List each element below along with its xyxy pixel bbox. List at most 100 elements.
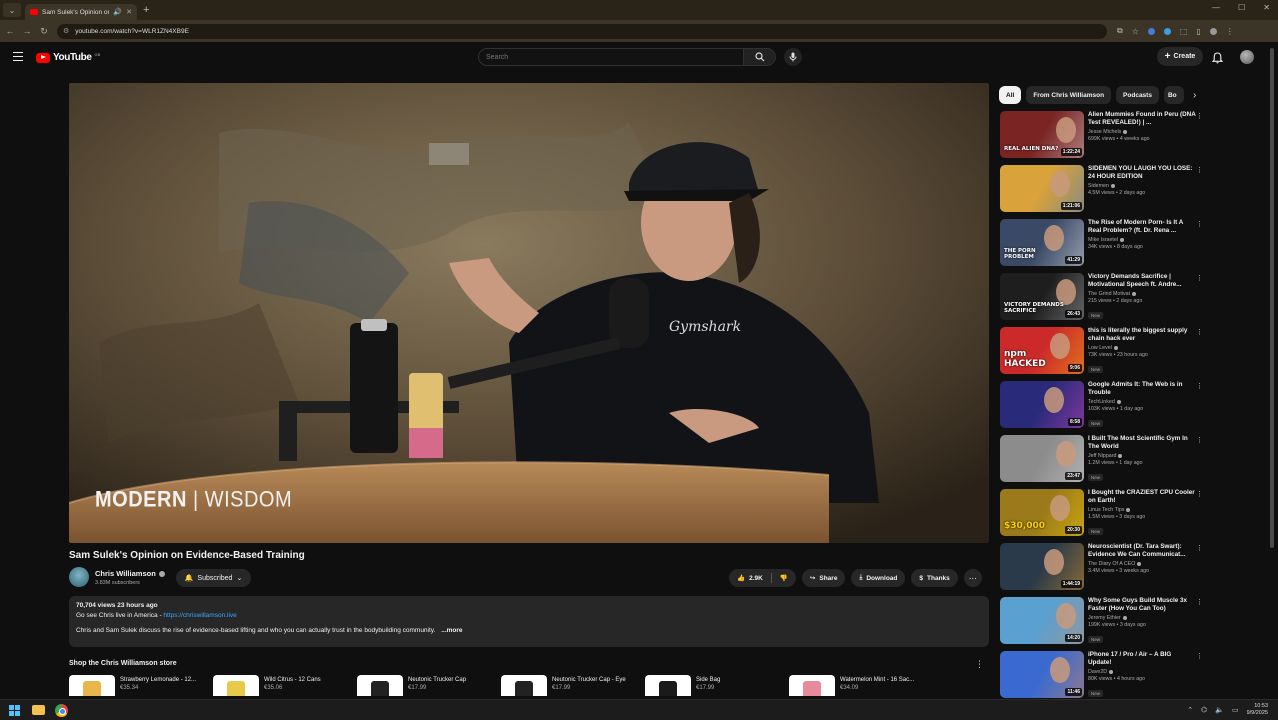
recommended-video[interactable]: 1:44:19 Neuroscientist (Dr. Tara Swart): … <box>1000 543 1205 597</box>
video-title-text[interactable]: SIDEMEN YOU LAUGH YOU LOSE: 24 HOUR EDIT… <box>1088 165 1196 181</box>
guide-menu-icon[interactable] <box>13 52 23 63</box>
show-more-link[interactable]: ...more <box>441 627 462 634</box>
store-item[interactable]: Watermelon Mint - 16 Sac... €34.09 <box>789 675 933 696</box>
video-thumbnail[interactable]: VICTORY DEMANDS SACRIFICE 26:43 <box>1000 273 1084 320</box>
reload-icon[interactable]: ↻ <box>37 26 51 37</box>
video-channel[interactable]: Sidemen <box>1088 183 1196 189</box>
more-vert-icon[interactable]: ⋮ <box>1196 112 1203 120</box>
video-thumbnail[interactable]: npm HACKED 9:06 <box>1000 327 1084 374</box>
channel-name[interactable]: Chris Williamson <box>95 569 165 578</box>
page-scrollbar[interactable] <box>1269 48 1275 648</box>
download-button[interactable]: ⤓ Download <box>851 569 906 587</box>
video-thumbnail[interactable]: 8:58 <box>1000 381 1084 428</box>
create-button[interactable]: + Create <box>1157 47 1203 66</box>
video-thumbnail[interactable]: $30,000 20:30 <box>1000 489 1084 536</box>
video-title-text[interactable]: The Rise of Modern Porn- Is It A Real Pr… <box>1088 219 1196 235</box>
filter-chip[interactable]: Podcasts <box>1116 86 1159 104</box>
store-menu-icon[interactable]: ⋮ <box>975 659 984 670</box>
description-box[interactable]: 70,704 views 23 hours ago Go see Chris l… <box>69 596 989 647</box>
close-window-icon[interactable]: ✕ <box>1263 3 1270 12</box>
video-thumbnail[interactable]: REAL ALIEN DNA? 1:22:24 <box>1000 111 1084 158</box>
filter-chip[interactable]: All <box>999 86 1022 104</box>
more-vert-icon[interactable]: ⋮ <box>1196 166 1203 174</box>
more-vert-icon[interactable]: ⋮ <box>1196 652 1203 660</box>
recommended-video[interactable]: 23:47 I Built The Most Scientific Gym In … <box>1000 435 1205 489</box>
video-thumbnail[interactable]: THE PORN PROBLEM 41:29 <box>1000 219 1084 266</box>
profile-avatar-icon[interactable] <box>1209 27 1217 35</box>
store-item[interactable]: Strawberry Lemonade - 12... €35.34 <box>69 675 213 696</box>
browser-tab-active[interactable]: Sam Sulek's Opinion on E... 🔊 ✕ <box>25 4 137 20</box>
video-thumbnail[interactable]: 23:47 <box>1000 435 1084 482</box>
recommended-video[interactable]: THE PORN PROBLEM 41:29 The Rise of Modern … <box>1000 219 1205 273</box>
video-player[interactable]: Gymshark MODERN | WISDOM <box>69 83 989 543</box>
more-vert-icon[interactable]: ⋮ <box>1196 274 1203 282</box>
extension-icon[interactable] <box>1163 27 1171 35</box>
thanks-button[interactable]: $ Thanks <box>911 569 958 587</box>
video-channel[interactable]: Dave2D <box>1088 669 1196 675</box>
subscribe-button[interactable]: 🔔 Subscribed ⌄ <box>176 569 251 587</box>
store-item[interactable]: Side Bag €17.99 <box>645 675 789 696</box>
search-button[interactable] <box>744 48 776 66</box>
video-title-text[interactable]: I Bought the CRAZIEST CPU Cooler on Eart… <box>1088 489 1196 505</box>
store-item[interactable]: Wild Citrus - 12 Cans €35.06 <box>213 675 357 696</box>
chips-next-icon[interactable]: › <box>1193 90 1196 101</box>
filter-chip[interactable]: From Chris Williamson <box>1026 86 1112 104</box>
video-title-text[interactable]: Neuroscientist (Dr. Tara Swart): Evidenc… <box>1088 543 1196 559</box>
more-vert-icon[interactable]: ⋮ <box>1196 328 1203 336</box>
new-tab-button[interactable]: + <box>143 4 149 16</box>
video-channel[interactable]: Mike Israetel <box>1088 237 1196 243</box>
tab-close-icon[interactable]: ✕ <box>126 8 132 16</box>
more-actions-button[interactable]: ⋯ <box>963 569 982 587</box>
video-title-text[interactable]: iPhone 17 / Pro / Air – A BIG Update! <box>1088 651 1196 667</box>
recommended-video[interactable]: VICTORY DEMANDS SACRIFICE 26:43 Victory De… <box>1000 273 1205 327</box>
video-channel[interactable]: Jeff Nippard <box>1088 453 1196 459</box>
video-thumbnail[interactable]: 1:21:06 <box>1000 165 1084 212</box>
more-vert-icon[interactable]: ⋮ <box>1196 490 1203 498</box>
volume-icon[interactable]: 🔈 <box>1215 706 1224 714</box>
tab-audio-icon[interactable]: 🔊 <box>113 8 122 16</box>
forward-icon[interactable]: → <box>20 26 34 36</box>
chrome-icon[interactable] <box>55 704 68 717</box>
voice-search-button[interactable] <box>784 48 802 66</box>
store-item[interactable]: Neutonic Trucker Cap - Eye €17.99 <box>501 675 645 696</box>
store-item[interactable]: Neutonic Trucker Cap €17.99 <box>357 675 501 696</box>
more-vert-icon[interactable]: ⋮ <box>1196 436 1203 444</box>
maximize-icon[interactable]: ☐ <box>1238 3 1245 12</box>
video-channel[interactable]: Jesse Michels <box>1088 129 1196 135</box>
share-button[interactable]: ↪ Share <box>801 569 846 587</box>
video-channel[interactable]: Jeremy Ethier <box>1088 615 1196 621</box>
tray-chevron-icon[interactable]: ⌃ <box>1187 706 1193 714</box>
browser-menu-icon[interactable]: ⋮ <box>1226 27 1234 36</box>
video-thumbnail[interactable]: 14:20 <box>1000 597 1084 644</box>
recommended-video[interactable]: REAL ALIEN DNA? 1:22:24 Alien Mummies Foun… <box>1000 111 1205 165</box>
more-vert-icon[interactable]: ⋮ <box>1196 382 1203 390</box>
battery-icon[interactable]: ▭ <box>1232 706 1239 714</box>
recommended-video[interactable]: 8:58 Google Admits It: The Web is in Trou… <box>1000 381 1205 435</box>
site-info-icon[interactable]: ⚙ <box>63 27 69 35</box>
recommended-video[interactable]: 14:20 Why Some Guys Build Muscle 3x Faste… <box>1000 597 1205 651</box>
extensions-puzzle-icon[interactable]: ⬚ <box>1180 27 1188 36</box>
more-vert-icon[interactable]: ⋮ <box>1196 544 1203 552</box>
video-title-text[interactable]: Google Admits It: The Web is in Trouble <box>1088 381 1196 397</box>
recommended-video[interactable]: npm HACKED 9:06 this is literally the bigg… <box>1000 327 1205 381</box>
recommended-video[interactable]: 1:21:06 SIDEMEN YOU LAUGH YOU LOSE: 24 HO… <box>1000 165 1205 219</box>
youtube-logo[interactable]: YouTube GB <box>36 52 100 63</box>
tab-search-button[interactable]: ⌄ <box>3 3 21 17</box>
video-channel[interactable]: Linus Tech Tips <box>1088 507 1196 513</box>
account-avatar[interactable] <box>1240 50 1254 64</box>
windows-start-icon[interactable] <box>9 705 20 716</box>
install-app-icon[interactable]: ⧉ <box>1117 26 1123 36</box>
video-channel[interactable]: TechLinked <box>1088 399 1196 405</box>
video-title-text[interactable]: I Built The Most Scientific Gym In The W… <box>1088 435 1196 451</box>
extension-icon[interactable] <box>1147 27 1155 35</box>
notifications-button[interactable] <box>1211 51 1224 69</box>
dislike-button[interactable]: 👎 <box>772 569 796 587</box>
bookmark-star-icon[interactable]: ☆ <box>1132 27 1139 36</box>
like-button[interactable]: 👍 2.9K <box>729 569 771 587</box>
clock[interactable]: 10:53 9/9/2025 <box>1247 703 1268 717</box>
filter-chip[interactable]: Bo <box>1163 86 1184 104</box>
recommended-video[interactable]: 11:46 iPhone 17 / Pro / Air – A BIG Updat… <box>1000 651 1205 705</box>
file-explorer-icon[interactable] <box>32 705 45 715</box>
more-vert-icon[interactable]: ⋮ <box>1196 598 1203 606</box>
more-vert-icon[interactable]: ⋮ <box>1196 220 1203 228</box>
